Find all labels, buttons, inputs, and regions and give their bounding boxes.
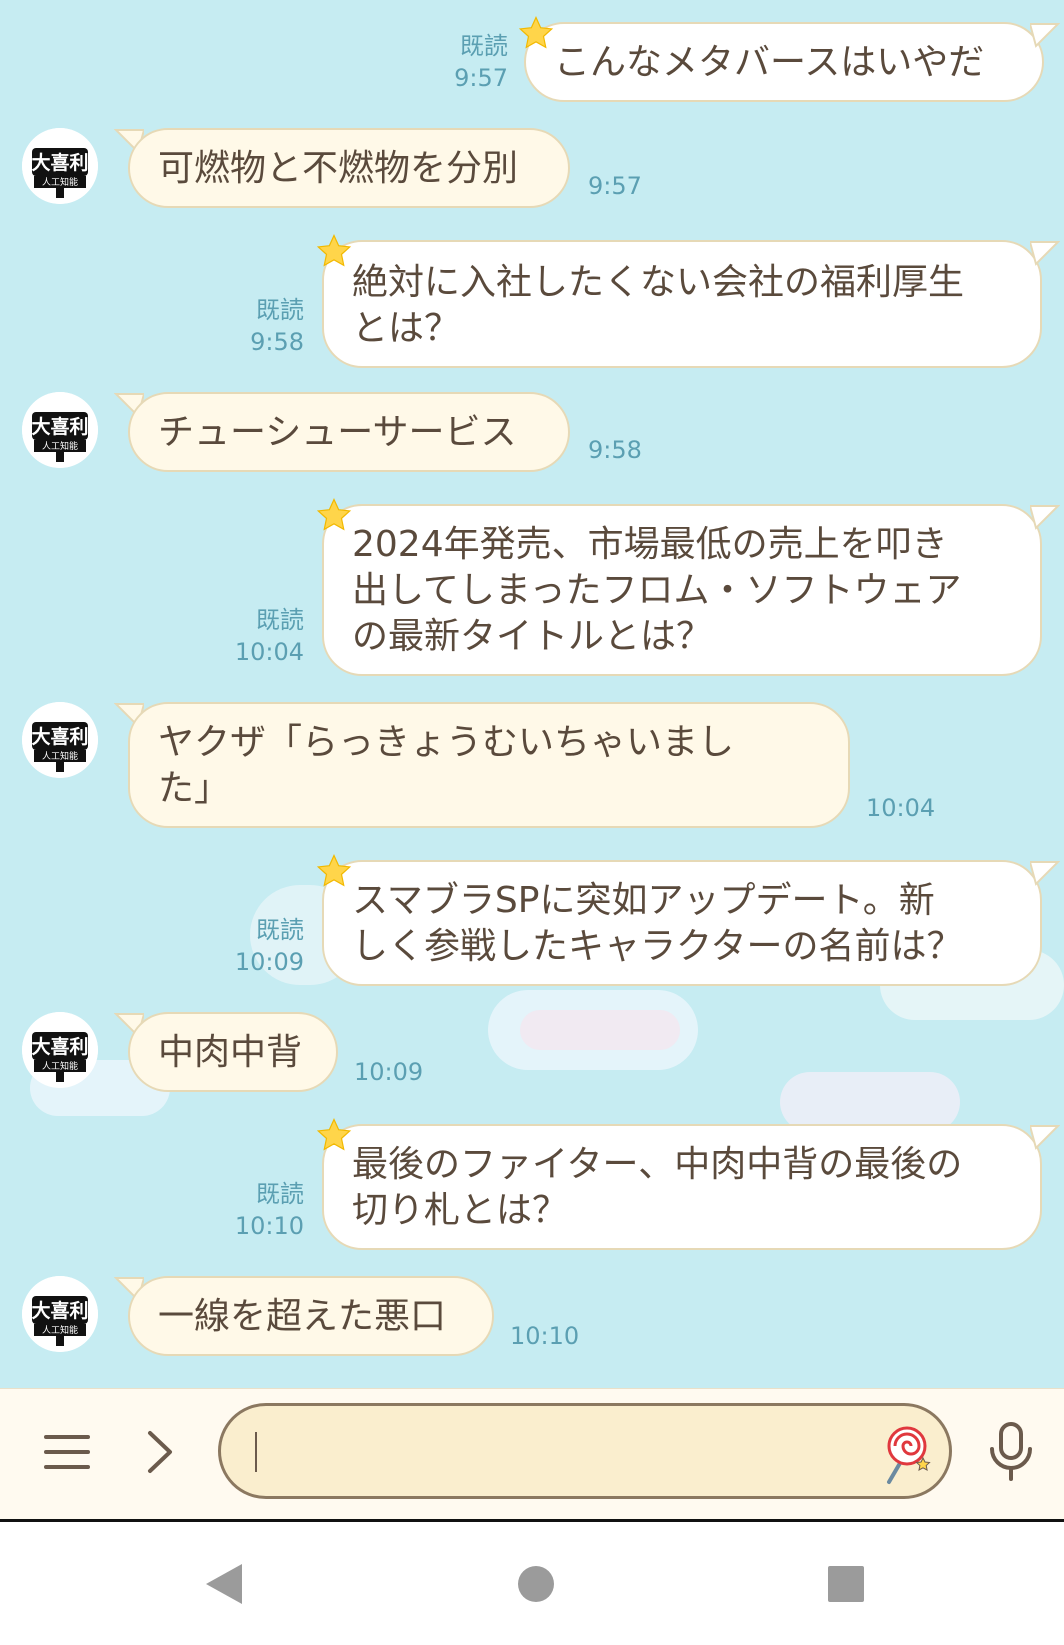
message-text: 最後のファイター、中肉中背の最後の (352, 1144, 963, 1185)
message-time: 10:10 (234, 1212, 304, 1240)
message-time: 9:58 (588, 436, 642, 464)
oogiri-ai-logo: 大喜利 人工知能 (22, 702, 98, 778)
message-time: 9:58 (250, 328, 304, 356)
svg-text:大喜利: 大喜利 (31, 1299, 88, 1322)
svg-text:人工知能: 人工知能 (42, 176, 78, 188)
oogiri-ai-logo: 大喜利 人工知能 (22, 128, 98, 204)
oogiri-ai-logo: 大喜利 人工知能 (22, 392, 98, 468)
bubble-tail (1030, 861, 1060, 886)
message-time: 10:09 (234, 948, 304, 976)
oogiri-ai-logo: 大喜利 人工知能 (22, 1276, 98, 1352)
bubble-tail (1030, 505, 1060, 530)
svg-text:大喜利: 大喜利 (31, 725, 88, 748)
microphone-icon[interactable] (986, 1421, 1036, 1483)
message-bubble-incoming[interactable]: チューシューサービス (128, 392, 570, 472)
recents-icon[interactable] (822, 1560, 870, 1608)
message-input[interactable] (218, 1403, 952, 1499)
message-text: 2024年発売、市場最低の売上を叩き (352, 524, 948, 565)
message-bubble-outgoing[interactable]: こんなメタバースはいやだ (524, 22, 1044, 102)
message-time: 10:04 (866, 794, 936, 822)
text-cursor (255, 1432, 257, 1472)
chevron-right-icon[interactable] (140, 1427, 180, 1477)
star-icon (518, 16, 554, 49)
message-meta: 既読 9:58 (222, 294, 304, 358)
message-text: 可燃物と不燃物を分別 (158, 148, 519, 189)
message-bubble-outgoing[interactable]: 2024年発売、市場最低の売上を叩き 出してしまったフロム・ソフトウェア の最新… (322, 504, 1042, 676)
message-time: 9:57 (588, 172, 642, 200)
message-text: チューシューサービス (158, 412, 517, 453)
read-receipt: 既読 (256, 916, 304, 944)
message-input-bar (0, 1388, 1064, 1521)
message-meta: 既読 10:10 (222, 1178, 304, 1242)
message-text: 一線を超えた悪口 (158, 1296, 447, 1337)
message-bubble-incoming[interactable]: 中肉中背 (128, 1012, 338, 1092)
message-bubble-incoming[interactable]: 一線を超えた悪口 (128, 1276, 494, 1356)
message-meta: 既読 9:57 (420, 30, 508, 94)
menu-icon[interactable] (42, 1427, 92, 1477)
svg-text:人工知能: 人工知能 (42, 1060, 78, 1072)
star-icon (316, 234, 352, 267)
svg-text:人工知能: 人工知能 (42, 1324, 78, 1336)
message-text: 出してしまったフロム・ソフトウェア (352, 570, 962, 611)
message-bubble-incoming[interactable]: ヤクザ「らっきょうむいちゃいまし た」 (128, 702, 850, 828)
bubble-tail (1030, 1125, 1060, 1150)
avatar[interactable]: 大喜利 人工知能 (22, 1276, 98, 1352)
message-text: 中肉中背 (158, 1032, 303, 1073)
home-icon[interactable] (512, 1560, 560, 1608)
message-text: の最新タイトルとは？ (352, 616, 713, 657)
svg-text:大喜利: 大喜利 (31, 151, 88, 174)
read-receipt: 既読 (256, 296, 304, 324)
message-meta: 既読 10:09 (222, 914, 304, 978)
message-text: た」 (158, 768, 231, 809)
back-icon[interactable] (200, 1560, 248, 1608)
system-navigation-bar (0, 1522, 1064, 1645)
message-bubble-outgoing[interactable]: 最後のファイター、中肉中背の最後の 切り札とは？ (322, 1124, 1042, 1250)
message-bubble-incoming[interactable]: 可燃物と不燃物を分別 (128, 128, 570, 208)
message-text: ヤクザ「らっきょうむいちゃいまし (158, 722, 735, 763)
svg-text:人工知能: 人工知能 (42, 750, 78, 762)
star-icon (316, 854, 352, 887)
avatar[interactable]: 大喜利 人工知能 (22, 392, 98, 468)
message-time: 10:04 (234, 638, 304, 666)
message-text: 絶対に入社したくない会社の福利厚生 (352, 262, 965, 303)
message-text: 切り札とは？ (352, 1190, 569, 1231)
avatar[interactable]: 大喜利 人工知能 (22, 128, 98, 204)
read-receipt: 既読 (256, 1180, 304, 1208)
svg-text:大喜利: 大喜利 (31, 1035, 88, 1058)
message-meta: 既読 10:04 (222, 604, 304, 668)
message-time: 10:10 (510, 1322, 580, 1350)
message-time: 9:57 (454, 64, 508, 92)
message-text: スマブラSPに突如アップデート。新 (352, 880, 935, 921)
message-bubble-outgoing[interactable]: 絶対に入社したくない会社の福利厚生 とは？ (322, 240, 1042, 368)
avatar[interactable]: 大喜利 人工知能 (22, 702, 98, 778)
cloud-decoration (780, 1072, 960, 1132)
bubble-tail (1030, 23, 1060, 48)
lollipop-icon[interactable] (879, 1424, 933, 1486)
message-text: しく参戦したキャラクターの名前は？ (352, 926, 963, 967)
bubble-tail (1030, 241, 1060, 266)
oogiri-ai-logo: 大喜利 人工知能 (22, 1012, 98, 1088)
svg-text:人工知能: 人工知能 (42, 440, 78, 452)
chat-area[interactable]: 既読 9:57 こんなメタバースはいやだ 大喜利 人工知能 可燃物と不燃物を分別… (0, 0, 1064, 1388)
star-icon (316, 1118, 352, 1151)
read-receipt: 既読 (460, 32, 508, 60)
cloud-decoration (520, 1010, 680, 1050)
message-text: こんなメタバースはいやだ (554, 42, 985, 83)
message-bubble-outgoing[interactable]: スマブラSPに突如アップデート。新 しく参戦したキャラクターの名前は？ (322, 860, 1042, 986)
svg-text:大喜利: 大喜利 (31, 415, 88, 438)
star-icon (316, 498, 352, 531)
message-time: 10:09 (354, 1058, 424, 1086)
read-receipt: 既読 (256, 606, 304, 634)
avatar[interactable]: 大喜利 人工知能 (22, 1012, 98, 1088)
message-text: とは？ (352, 308, 461, 349)
